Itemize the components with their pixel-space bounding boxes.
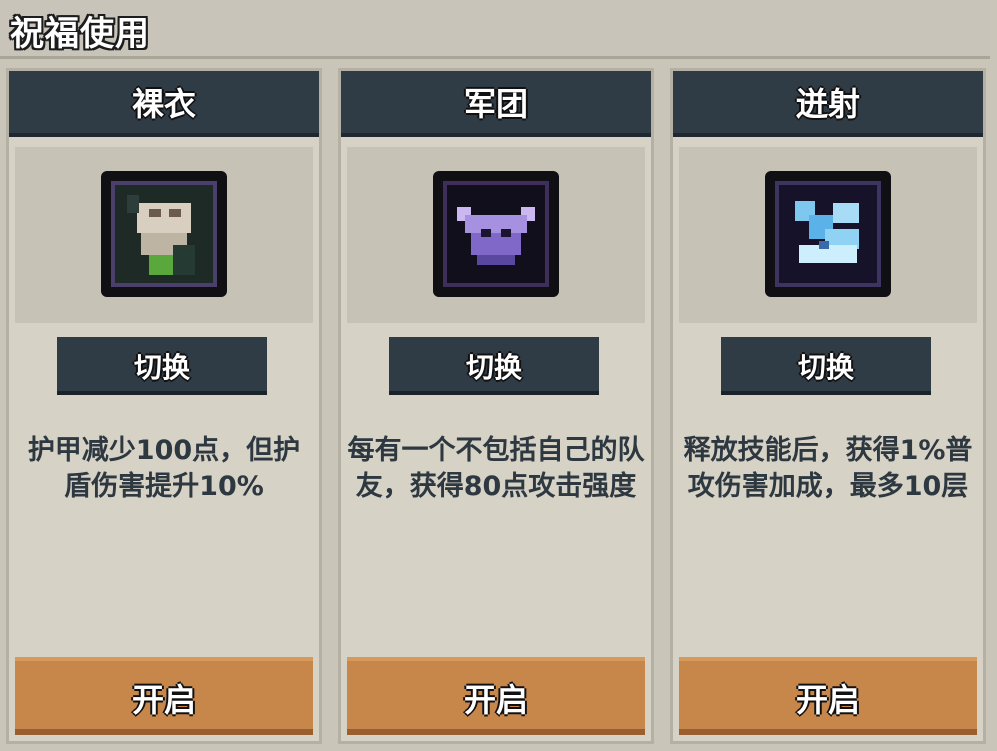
card-title: 军团 — [463, 85, 528, 123]
blessing-card-naked: 裸衣 切换 护甲减少100点，但护盾伤害提升10% 开启 — [6, 68, 322, 744]
switch-button-label: 切换 — [797, 351, 854, 384]
blessing-description: 护甲减少100点，但护盾伤害提升10% — [27, 435, 301, 502]
card-header: 裸衣 — [9, 71, 319, 137]
switch-button-label: 切换 — [465, 351, 522, 384]
card-title: 迸射 — [795, 85, 860, 123]
open-button-label: 开启 — [463, 681, 528, 719]
switch-button[interactable]: 切换 — [57, 337, 267, 395]
blessing-card-burst: 迸射 切换 释放技能后，获得1%普攻伤害加成，最多10层 开启 — [670, 68, 986, 744]
card-header: 军团 — [341, 71, 651, 137]
card-header: 迸射 — [673, 71, 983, 137]
icon-panel — [679, 147, 977, 323]
switch-button-label: 切换 — [133, 351, 190, 384]
open-button-label: 开启 — [795, 681, 860, 719]
blessing-panel: 祝福使用 裸衣 切换 护甲减少100点，但护盾伤害提升10% 开启 军团 切换 … — [0, 0, 997, 751]
open-button-label: 开启 — [131, 681, 196, 719]
open-button[interactable]: 开启 — [347, 657, 645, 735]
burst-shard-icon — [765, 171, 891, 297]
naked-robe-icon — [101, 171, 227, 297]
card-title: 裸衣 — [131, 85, 196, 123]
legion-helmet-icon — [433, 171, 559, 297]
open-button[interactable]: 开启 — [15, 657, 313, 735]
icon-panel — [15, 147, 313, 323]
switch-button[interactable]: 切换 — [389, 337, 599, 395]
title-bar: 祝福使用 — [0, 0, 990, 59]
icon-panel — [347, 147, 645, 323]
open-button[interactable]: 开启 — [679, 657, 977, 735]
blessing-card-legion: 军团 切换 每有一个不包括自己的队友，获得80点攻击强度 开启 — [338, 68, 654, 744]
blessing-description: 每有一个不包括自己的队友，获得80点攻击强度 — [347, 435, 645, 502]
blessing-description: 释放技能后，获得1%普攻伤害加成，最多10层 — [683, 435, 973, 502]
switch-button[interactable]: 切换 — [721, 337, 931, 395]
page-title: 祝福使用 — [10, 14, 150, 54]
